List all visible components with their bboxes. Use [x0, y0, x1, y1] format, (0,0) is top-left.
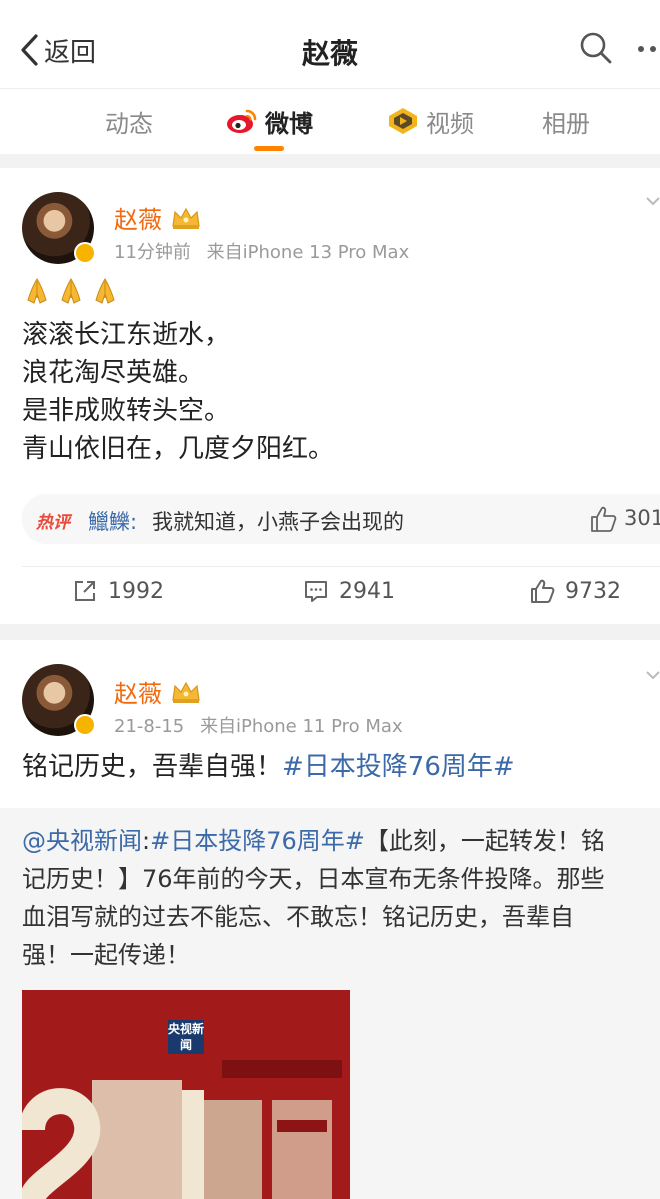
hot-comment-likes: 301 [624, 506, 660, 530]
active-tab-indicator [254, 146, 284, 151]
divider [22, 566, 660, 567]
quote-author-link[interactable]: @央视新闻 [22, 827, 142, 855]
comment-button[interactable]: 2941 [303, 578, 395, 604]
quote-hashtag-link[interactable]: #日本投降76周年# [150, 827, 365, 855]
like-button[interactable]: 9732 [529, 578, 621, 604]
post-source: 来自iPhone 11 Pro Max [200, 716, 403, 737]
like-count: 9732 [565, 578, 621, 604]
pray-icon [27, 278, 47, 304]
tab-weibo[interactable]: 微博 [225, 103, 313, 139]
crown-icon [172, 681, 200, 703]
comment-icon [305, 581, 327, 602]
search-icon[interactable] [578, 30, 614, 66]
crown-icon [172, 207, 200, 229]
profile-tabs: 动态 微博 视频 相册 [0, 88, 660, 154]
repost-icon [75, 581, 95, 601]
chevron-down-icon[interactable] [646, 670, 660, 680]
repost-button[interactable]: 1992 [72, 578, 164, 604]
comment-count: 2941 [339, 578, 395, 604]
hot-comment-text: 我就知道，小燕子会出现的 [152, 510, 404, 534]
post-username[interactable]: 赵薇 [114, 200, 202, 235]
post-text: 滚滚长江东逝水， 浪花淘尽英雄。 是非成败转头空。 青山依旧在，几度夕阳红。 [22, 316, 334, 468]
post-source: 来自iPhone 13 Pro Max [206, 242, 410, 263]
tab-dynamic[interactable]: 动态 [105, 103, 153, 139]
thumbs-up-icon[interactable] [588, 504, 618, 534]
quote-image[interactable]: 央视新闻 [22, 990, 350, 1199]
weibo-logo-icon [227, 109, 257, 133]
tab-label: 动态 [105, 109, 153, 138]
pray-icon [95, 278, 115, 304]
tab-album[interactable]: 相册 [542, 103, 590, 139]
post-line: 滚滚长江东逝水， [22, 320, 231, 350]
post-line: 浪花淘尽英雄。 [22, 358, 205, 388]
thumbs-up-icon [531, 579, 555, 603]
post-body: 铭记历史，吾辈自强！ [22, 752, 283, 782]
quote-text: @央视新闻:#日本投降76周年#【此刻，一起转发！铭 记历史！】76年前的今天，… [22, 822, 642, 974]
weibo-post: 赵薇 11分钟前 来自iPhone 13 Pro Max 滚滚长江东逝水， 浪花… [0, 168, 660, 624]
avatar[interactable] [22, 192, 96, 264]
video-badge-icon [389, 108, 417, 134]
hashtag-link[interactable]: #日本投降76周年# [282, 752, 515, 782]
quote-line: 【此刻，一起转发！铭 [364, 827, 605, 855]
top-nav-bar: 返回 赵薇 [0, 0, 660, 88]
post-time: 11分钟前 [114, 242, 191, 263]
chevron-down-icon[interactable] [646, 196, 660, 206]
avatar[interactable] [22, 664, 96, 736]
pray-icon [61, 278, 81, 304]
username-text: 赵薇 [114, 680, 162, 708]
post-line: 是非成败转头空。 [22, 396, 231, 426]
cctv-news-logo: 央视新闻 [168, 1020, 205, 1054]
page-title: 赵薇 [301, 37, 358, 70]
post-meta: 21-8-15 来自iPhone 11 Pro Max [114, 712, 403, 738]
post-line: 青山依旧在，几度夕阳红。 [22, 434, 335, 464]
weibo-post: 赵薇 21-8-15 来自iPhone 11 Pro Max 铭记历史，吾辈自强… [0, 640, 660, 1199]
quote-line: 血泪写就的过去不能忘、不敢忘！铭记历史，吾辈自 [22, 903, 574, 931]
reposted-content[interactable]: @央视新闻:#日本投降76周年#【此刻，一起转发！铭 记历史！】76年前的今天，… [0, 808, 660, 1199]
verified-icon [74, 714, 96, 736]
quote-line: 强！一起传递！ [22, 941, 190, 969]
post-text: 铭记历史，吾辈自强！#日本投降76周年# [22, 748, 515, 786]
username-text: 赵薇 [114, 206, 162, 234]
quote-separator: : [142, 827, 151, 855]
quote-line: 记历史！】76年前的今天，日本宣布无条件投降。那些 [22, 865, 605, 893]
hot-comment-badge: 热评 [36, 513, 70, 533]
hot-comment-user[interactable]: 鱲鱳: [88, 506, 137, 536]
tab-video[interactable]: 视频 [386, 103, 474, 139]
post-time: 21-8-15 [114, 716, 185, 737]
verified-icon [74, 242, 96, 264]
hot-comment[interactable]: 热评 鱲鱳: 我就知道，小燕子会出现的 301 [22, 494, 660, 544]
post-meta: 11分钟前 来自iPhone 13 Pro Max [114, 238, 409, 264]
tab-label: 视频 [426, 109, 474, 138]
emoji-row [22, 276, 120, 306]
repost-count: 1992 [108, 578, 164, 604]
tab-label: 微博 [265, 109, 313, 138]
tab-label: 相册 [542, 109, 590, 138]
post-username[interactable]: 赵薇 [114, 674, 202, 709]
more-icon[interactable] [636, 44, 660, 54]
